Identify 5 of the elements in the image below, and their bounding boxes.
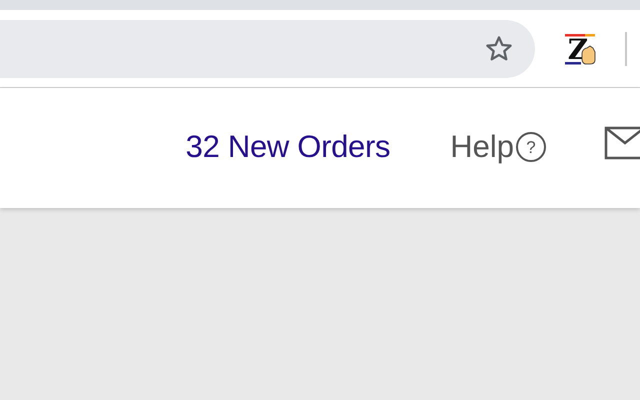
help-link[interactable]: Help ? — [450, 124, 546, 170]
bookmark-star-icon[interactable] — [485, 35, 513, 62]
new-orders-link[interactable]: 32 New Orders — [186, 124, 390, 170]
mail-icon[interactable] — [604, 124, 640, 160]
help-icon: ? — [516, 132, 546, 162]
